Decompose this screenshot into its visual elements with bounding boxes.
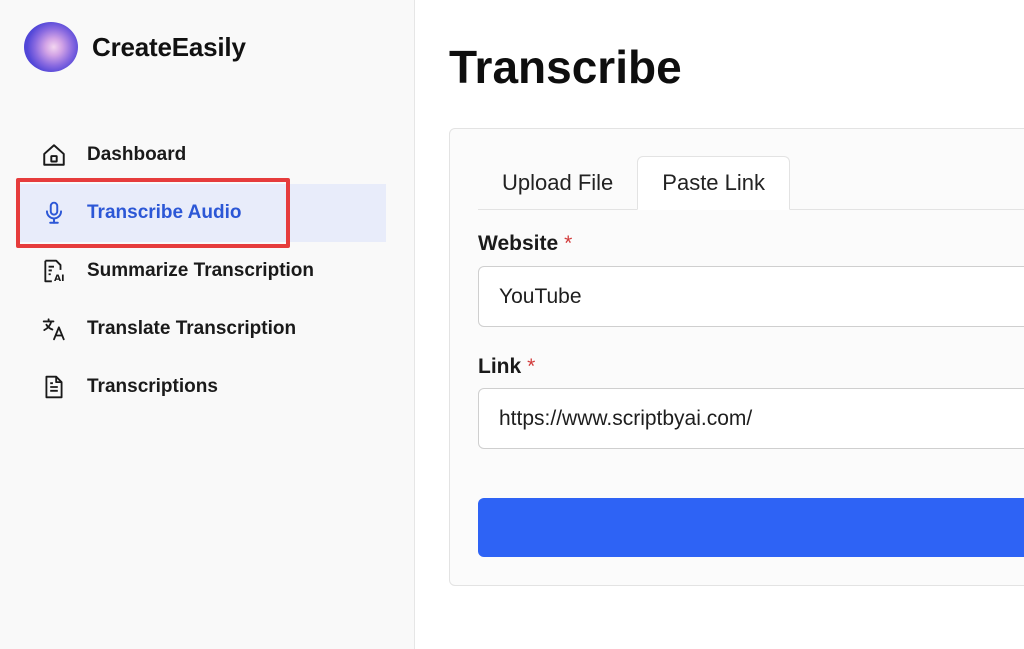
tab-paste-link[interactable]: Paste Link xyxy=(637,156,791,210)
website-select[interactable]: YouTube xyxy=(478,266,1024,327)
sidebar-item-label: Transcribe Audio xyxy=(87,202,242,223)
website-label: Website * xyxy=(478,232,572,256)
sidebar-item-label: Dashboard xyxy=(87,144,187,165)
svg-text:AI: AI xyxy=(54,273,65,284)
link-label-text: Link xyxy=(478,355,522,378)
website-label-text: Website xyxy=(478,232,559,255)
main-content: Transcribe Upload File Paste Link Websit… xyxy=(415,0,1024,649)
microphone-icon xyxy=(40,199,68,227)
sidebar-item-transcriptions[interactable]: Transcriptions xyxy=(0,358,415,416)
tab-upload-file[interactable]: Upload File xyxy=(478,156,637,210)
link-label: Link * xyxy=(478,355,535,379)
required-indicator: * xyxy=(564,232,573,255)
translate-icon xyxy=(40,315,68,343)
sidebar-item-label: Summarize Transcription xyxy=(87,260,315,281)
logo xyxy=(24,22,78,72)
sidebar-item-translate-transcription[interactable]: Translate Transcription xyxy=(0,300,415,358)
sidebar-item-dashboard[interactable]: Dashboard xyxy=(0,126,415,184)
submit-button[interactable] xyxy=(478,498,1024,557)
website-value: YouTube xyxy=(499,284,582,308)
sidebar-nav: Dashboard Transcribe Audio AI Summarize … xyxy=(0,126,415,416)
document-icon xyxy=(40,373,68,401)
sidebar-item-transcribe-audio[interactable]: Transcribe Audio xyxy=(0,184,415,242)
document-ai-icon: AI xyxy=(40,257,68,285)
app-window: CreateEasily Dashboard Transcribe Audio … xyxy=(0,0,1024,649)
sidebar-item-label: Translate Transcription xyxy=(87,318,297,339)
sidebar: CreateEasily Dashboard Transcribe Audio … xyxy=(0,0,415,649)
required-indicator: * xyxy=(527,355,536,378)
home-icon xyxy=(40,141,68,169)
page-title: Transcribe xyxy=(449,41,682,93)
link-value: https://www.scriptbyai.com/ xyxy=(499,406,753,430)
brand[interactable]: CreateEasily xyxy=(24,22,246,72)
transcribe-card: Upload File Paste Link Website * YouTube … xyxy=(449,128,1024,586)
tab-bar: Upload File Paste Link xyxy=(478,156,1024,210)
sidebar-item-summarize-transcription[interactable]: AI Summarize Transcription xyxy=(0,242,415,300)
link-input[interactable]: https://www.scriptbyai.com/ xyxy=(478,388,1024,449)
sidebar-item-label: Transcriptions xyxy=(87,376,218,397)
brand-name: CreateEasily xyxy=(92,31,246,62)
